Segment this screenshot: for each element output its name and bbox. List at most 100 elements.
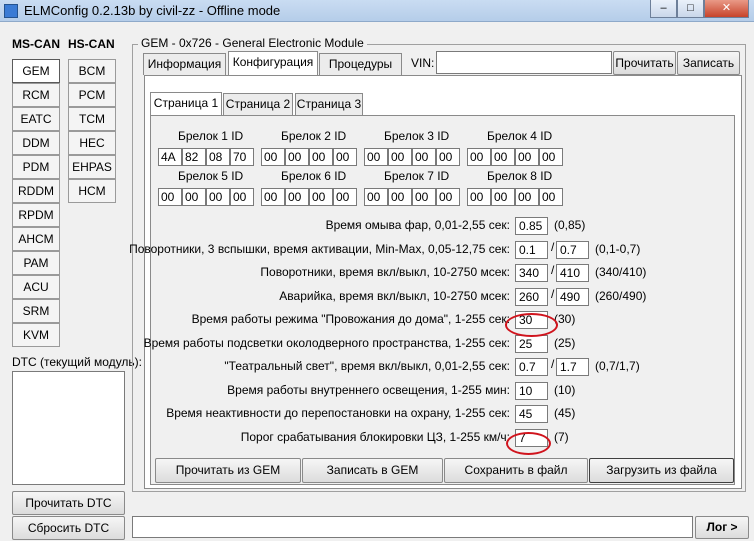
module-button-ehpas[interactable]: EHPAS xyxy=(68,155,116,179)
module-button-ahcm[interactable]: AHCM xyxy=(12,227,60,251)
keyfob-byte-field[interactable]: 00 xyxy=(309,188,333,206)
tab-procedures[interactable]: Процедуры xyxy=(319,53,402,75)
keyfob-byte-field[interactable]: 00 xyxy=(261,188,285,206)
keyfob-label: Брелок 3 ID xyxy=(384,129,450,143)
param-value-field-2[interactable]: 410 xyxy=(556,264,589,282)
param-value-field[interactable]: 0.85 xyxy=(515,217,548,235)
maximize-button[interactable]: □ xyxy=(677,0,704,18)
module-button-eatc[interactable]: EATC xyxy=(12,107,60,131)
log-field[interactable] xyxy=(132,516,693,538)
module-button-gem[interactable]: GEM xyxy=(12,59,60,83)
param-label: Время работы режима "Провожания до дома"… xyxy=(191,312,510,326)
tab-info[interactable]: Информация xyxy=(143,53,226,75)
module-button-pcm[interactable]: PCM xyxy=(68,83,116,107)
param-label: Время омыва фар, 0,01-2,55 сек: xyxy=(325,218,510,232)
keyfob-label: Брелок 1 ID xyxy=(178,129,244,143)
keyfob-byte-field[interactable]: 82 xyxy=(182,148,206,166)
keyfob-label: Брелок 2 ID xyxy=(281,129,347,143)
module-button-rpdm[interactable]: RPDM xyxy=(12,203,60,227)
save-to-file-button[interactable]: Сохранить в файл xyxy=(444,458,588,483)
keyfob-byte-field[interactable]: 4A xyxy=(158,148,182,166)
param-label: Поворотники, время вкл/выкл, 10-2750 мсе… xyxy=(260,265,510,279)
minimize-button[interactable]: – xyxy=(650,0,677,18)
keyfob-byte-field[interactable]: 00 xyxy=(491,148,515,166)
param-default-hint: (0,1-0,7) xyxy=(595,241,641,256)
keyfob-byte-field[interactable]: 00 xyxy=(285,148,309,166)
module-button-pdm[interactable]: PDM xyxy=(12,155,60,179)
module-button-kvm[interactable]: KVM xyxy=(12,323,60,347)
module-button-hec[interactable]: HEC xyxy=(68,131,116,155)
module-button-rcm[interactable]: RCM xyxy=(12,83,60,107)
keyfob-byte-field[interactable]: 00 xyxy=(539,148,563,166)
keyfob-byte-field[interactable]: 00 xyxy=(491,188,515,206)
keyfob-byte-field[interactable]: 00 xyxy=(515,148,539,166)
value-separator: / xyxy=(551,357,555,371)
module-button-ddm[interactable]: DDM xyxy=(12,131,60,155)
param-label: Время работы внутреннего освещения, 1-25… xyxy=(227,382,510,397)
keyfob-byte-field[interactable]: 00 xyxy=(388,148,412,166)
keyfob-byte-field[interactable]: 00 xyxy=(412,148,436,166)
param-value-field[interactable]: 10 xyxy=(515,381,548,400)
module-button-tcm[interactable]: TCM xyxy=(68,107,116,131)
keyfob-label: Брелок 6 ID xyxy=(281,169,347,183)
keyfob-byte-field[interactable]: 00 xyxy=(364,148,388,166)
load-from-file-button[interactable]: Загрузить из файла xyxy=(589,458,734,483)
param-value-field[interactable]: 45 xyxy=(515,405,548,423)
keyfob-byte-field[interactable]: 00 xyxy=(467,188,491,206)
keyfob-byte-field[interactable]: 00 xyxy=(333,188,357,206)
keyfob-byte-field[interactable]: 00 xyxy=(261,148,285,166)
keyfob-byte-field[interactable]: 00 xyxy=(467,148,491,166)
module-title: GEM - 0x726 - General Electronic Module xyxy=(138,36,367,50)
param-value-field-2[interactable]: 1.7 xyxy=(556,358,589,376)
param-default-hint: (0,7/1,7) xyxy=(595,359,640,373)
keyfob-byte-field[interactable]: 00 xyxy=(206,188,230,206)
param-default-hint: (25) xyxy=(554,335,576,350)
keyfob-byte-field[interactable]: 00 xyxy=(412,188,436,206)
keyfob-byte-field[interactable]: 08 xyxy=(206,148,230,166)
param-value-field[interactable]: 340 xyxy=(515,264,548,282)
tab-page-3[interactable]: Страница 3 xyxy=(295,93,363,115)
keyfob-byte-field[interactable]: 00 xyxy=(436,148,460,166)
keyfob-byte-field[interactable]: 00 xyxy=(285,188,309,206)
keyfob-byte-field[interactable]: 00 xyxy=(388,188,412,206)
dtc-list[interactable] xyxy=(12,371,125,485)
keyfob-byte-field[interactable]: 00 xyxy=(436,188,460,206)
keyfob-byte-field[interactable]: 00 xyxy=(309,148,333,166)
log-button[interactable]: Лог > xyxy=(695,516,749,539)
close-button[interactable]: ✕ xyxy=(704,0,749,18)
keyfob-byte-field[interactable]: 70 xyxy=(230,148,254,166)
write-to-gem-button[interactable]: Записать в GEM xyxy=(302,458,443,483)
param-value-field[interactable]: 25 xyxy=(515,334,548,353)
keyfob-byte-field[interactable]: 00 xyxy=(333,148,357,166)
vin-input[interactable] xyxy=(436,51,612,74)
keyfob-byte-field[interactable]: 00 xyxy=(182,188,206,206)
keyfob-byte-field[interactable]: 00 xyxy=(158,188,182,206)
tab-page-2[interactable]: Страница 2 xyxy=(223,93,293,115)
param-value-field-2[interactable]: 0.7 xyxy=(556,240,589,259)
module-button-acu[interactable]: ACU xyxy=(12,275,60,299)
read-from-gem-button[interactable]: Прочитать из GEM xyxy=(155,458,301,483)
read-vin-button[interactable]: Прочитать xyxy=(613,51,676,75)
module-button-bcm[interactable]: BCM xyxy=(68,59,116,83)
module-button-hcm[interactable]: HCM xyxy=(68,179,116,203)
read-dtc-button[interactable]: Прочитать DTC xyxy=(12,491,125,515)
value-separator: / xyxy=(551,239,555,254)
module-button-rddm[interactable]: RDDM xyxy=(12,179,60,203)
reset-dtc-button[interactable]: Сбросить DTC xyxy=(12,516,125,540)
tab-config[interactable]: Конфигурация xyxy=(228,51,318,75)
param-value-field-2[interactable]: 490 xyxy=(556,287,589,306)
module-button-pam[interactable]: PAM xyxy=(12,251,60,275)
module-button-srm[interactable]: SRM xyxy=(12,299,60,323)
param-value-field[interactable]: 0.1 xyxy=(515,240,548,259)
keyfob-byte-field[interactable]: 00 xyxy=(539,188,563,206)
hs-can-label: HS-CAN xyxy=(68,37,115,51)
tab-page-1[interactable]: Страница 1 xyxy=(150,92,222,116)
keyfob-byte-field[interactable]: 00 xyxy=(515,188,539,206)
param-label: Время неактивности до перепостановки на … xyxy=(166,406,510,420)
param-value-field[interactable]: 0.7 xyxy=(515,358,548,376)
ms-can-label: MS-CAN xyxy=(12,37,60,51)
keyfob-byte-field[interactable]: 00 xyxy=(364,188,388,206)
param-value-field[interactable]: 260 xyxy=(515,287,548,306)
keyfob-byte-field[interactable]: 00 xyxy=(230,188,254,206)
write-vin-button[interactable]: Записать xyxy=(677,51,740,75)
